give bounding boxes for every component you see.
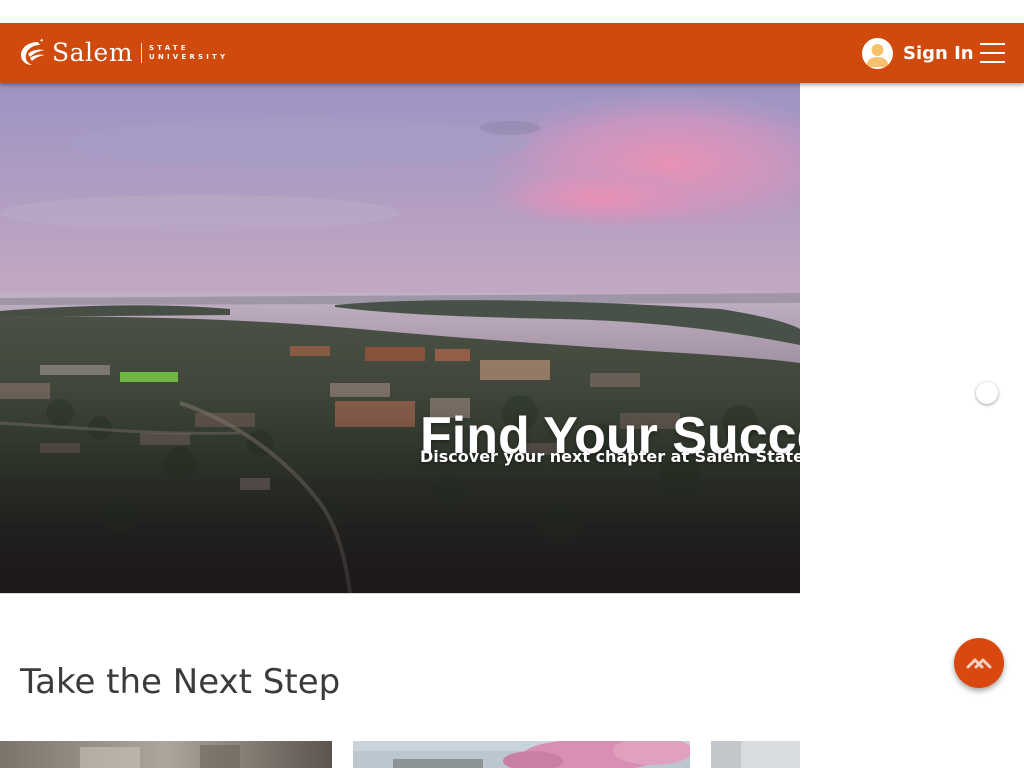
logo-subtitle: STATE UNIVERSITY (149, 44, 228, 62)
section-title: Take the Next Step (20, 662, 341, 702)
user-silhouette-icon (866, 43, 889, 67)
next-step-card-3[interactable] (711, 741, 800, 768)
card-image-3 (711, 741, 800, 768)
card-image-2 (353, 741, 690, 768)
sign-in-button[interactable]: Sign In (862, 36, 974, 70)
salem-state-logo[interactable]: Salem STATE UNIVERSITY (18, 38, 228, 68)
next-step-card-2[interactable] (353, 741, 690, 768)
logo-divider (141, 43, 143, 63)
hamburger-menu-icon[interactable] (980, 41, 1005, 65)
scroll-to-top-button[interactable] (954, 638, 1004, 688)
user-avatar-icon (862, 37, 893, 69)
carousel-indicator[interactable] (976, 382, 998, 404)
hamburger-bar-middle (980, 52, 1005, 54)
top-strip (0, 0, 1024, 23)
next-step-card-1[interactable] (0, 741, 332, 768)
logo-wordmark: Salem (52, 38, 134, 67)
logo-subtitle-line2: UNIVERSITY (149, 53, 229, 61)
hero-banner: Find Your Succes Discover your next chap… (0, 83, 800, 594)
card-image-1 (0, 741, 332, 768)
logo-subtitle-line1: STATE (149, 44, 189, 52)
site-header: Salem STATE UNIVERSITY Sign In (0, 23, 1024, 83)
salem-state-logo-icon (21, 38, 45, 65)
hero-subtitle: Discover your next chapter at Salem Stat… (420, 447, 800, 466)
hamburger-bar-bottom (980, 61, 1005, 63)
chevron-up-icon (966, 658, 992, 669)
sign-in-label: Sign In (903, 42, 974, 64)
hero-background-image (0, 83, 800, 593)
hamburger-bar-top (980, 43, 1005, 45)
